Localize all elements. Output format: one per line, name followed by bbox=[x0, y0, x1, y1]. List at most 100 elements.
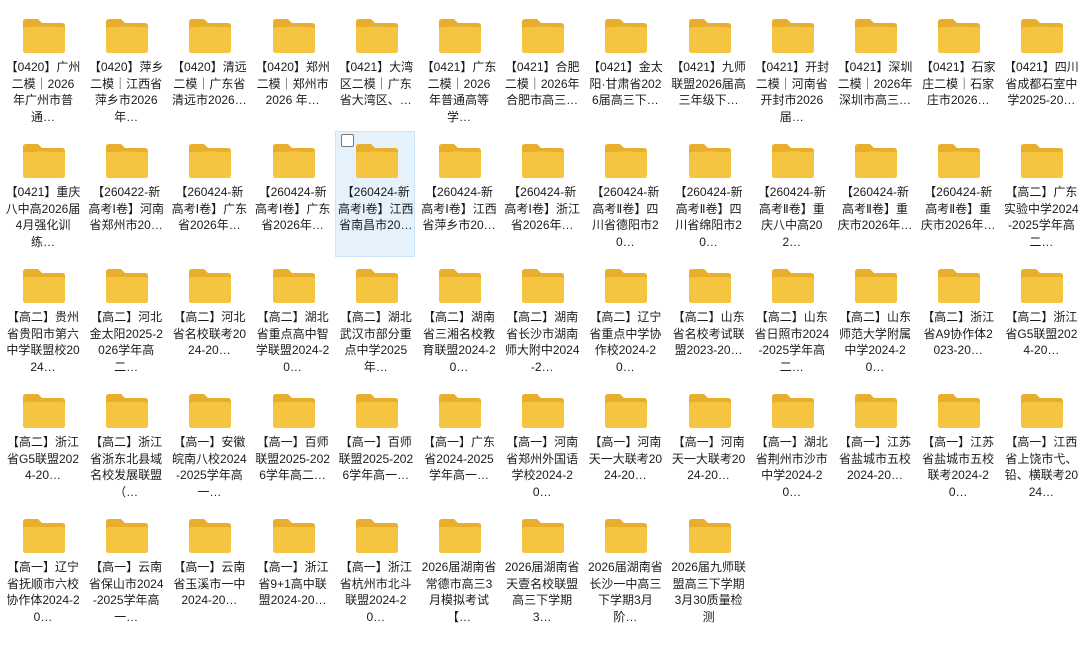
folder-icon bbox=[437, 517, 483, 555]
folder-pdf-icon bbox=[603, 17, 649, 55]
folder-item[interactable]: 【260424-新高考Ⅱ卷】重庆市2026年… bbox=[834, 131, 914, 257]
folder-icon bbox=[520, 392, 566, 430]
folder-label: 【高二】浙江省A9协作体2023-20… bbox=[922, 310, 995, 357]
folder-item[interactable]: 【高二】山东师范大学附属中学2024-20… bbox=[834, 256, 914, 382]
folder-item[interactable]: 【高二】山东省名校考试联盟2023-20… bbox=[668, 256, 748, 382]
folder-item[interactable]: 【260424-新高考Ⅰ卷】广东省2026年… bbox=[168, 131, 248, 257]
folder-icon bbox=[687, 267, 733, 305]
folder-label: 【260424-新高考Ⅱ卷】重庆市2026年… bbox=[837, 185, 913, 232]
folder-label: 【高一】百师联盟2025-2026学年高一… bbox=[338, 435, 414, 482]
folder-item[interactable]: 【高二】广东实验中学2024-2025学年高二… bbox=[1000, 131, 1080, 257]
folder-icon bbox=[271, 392, 317, 430]
folder-item[interactable]: 【260424-新高考Ⅰ卷】广东省2026年… bbox=[252, 131, 332, 257]
folder-item[interactable]: 【高一】安徽皖南八校2024-2025学年高一… bbox=[168, 381, 248, 507]
folder-item[interactable]: 【高二】河北省名校联考2024-20… bbox=[168, 256, 248, 382]
folder-item[interactable]: 【0421】深圳二模｜2026年深圳市高三… bbox=[834, 6, 914, 132]
select-checkbox[interactable] bbox=[340, 134, 354, 147]
folder-icon bbox=[104, 267, 150, 305]
folder-item[interactable]: 【高二】浙江省G5联盟2024-20… bbox=[2, 381, 82, 507]
folder-label: 【高二】湖南省长沙市湖南师大附中2024-2… bbox=[504, 310, 580, 374]
folder-icon bbox=[770, 392, 816, 430]
folder-item[interactable]: 【高二】浙江省A9协作体2023-20… bbox=[917, 256, 997, 382]
folder-item[interactable]: 【0420】清远二模｜广东省清远市2026… bbox=[168, 6, 248, 132]
folder-item[interactable]: 2026届九师联盟高三下学期3月30质量检测 bbox=[668, 506, 748, 632]
folder-label: 【高二】辽宁省重点中学协作校2024-20… bbox=[589, 310, 662, 374]
folder-label: 【高一】河南天一大联考2024-20… bbox=[588, 435, 663, 482]
folder-item[interactable]: 【高二】湖北武汉市部分重点中学2025年… bbox=[335, 256, 415, 382]
folder-label: 【高二】浙江省G5联盟2024-20… bbox=[1005, 310, 1078, 357]
folder-item[interactable]: 【0421】重庆八中高2026届4月强化训练… bbox=[2, 131, 82, 257]
folder-item[interactable]: 【高一】江西省上饶市弋、铅、横联考2024… bbox=[1000, 381, 1080, 507]
folder-item[interactable]: 【高二】浙江省G5联盟2024-20… bbox=[1000, 256, 1080, 382]
folder-item[interactable]: 【260424-新高考Ⅱ卷】四川省绵阳市20… bbox=[668, 131, 748, 257]
folder-item[interactable]: 【高一】云南省保山市2024-2025学年高一… bbox=[85, 506, 165, 632]
folder-item[interactable]: 【260424-新高考Ⅱ卷】重庆八中高202… bbox=[751, 131, 831, 257]
folder-label: 【高一】百师联盟2025-2026学年高二… bbox=[255, 435, 330, 482]
folder-item[interactable]: 【260424-新高考Ⅱ卷】四川省德阳市20… bbox=[584, 131, 664, 257]
folder-label: 【260424-新高考Ⅰ卷】江西省萍乡市20… bbox=[421, 185, 497, 232]
folder-item[interactable]: 2026届湖南省常德市高三3月模拟考试【… bbox=[418, 506, 498, 632]
folder-item[interactable]: 【高一】江苏省盐城市五校2024-20… bbox=[834, 381, 914, 507]
folder-item[interactable]: 【高二】山东省日照市2024-2025学年高二… bbox=[751, 256, 831, 382]
folder-pdf-icon bbox=[770, 142, 816, 180]
folder-label: 【0421】合肥二模｜2026年合肥市高三… bbox=[504, 60, 580, 107]
folder-item[interactable]: 【高一】浙江省杭州市北斗联盟2024-20… bbox=[335, 506, 415, 632]
folder-label: 【高一】江苏省盐城市五校联考2024-20… bbox=[922, 435, 995, 499]
folder-item[interactable]: 【0421】开封二模｜河南省开封市2026届… bbox=[751, 6, 831, 132]
folder-item[interactable]: 【0421】广东二模｜2026 年普通高等学… bbox=[418, 6, 498, 132]
folder-item[interactable]: 【高一】百师联盟2025-2026学年高一… bbox=[335, 381, 415, 507]
folder-item[interactable]: 【高二】贵州省贵阳市第六中学联盟校2024… bbox=[2, 256, 82, 382]
folder-icon bbox=[187, 392, 233, 430]
folder-label: 【高一】浙江省杭州市北斗联盟2024-20… bbox=[339, 560, 412, 624]
folder-item[interactable]: 2026届湖南省天壹名校联盟高三下学期3… bbox=[501, 506, 581, 632]
folder-item[interactable]: 【0421】九师联盟2026届高三年级下… bbox=[668, 6, 748, 132]
folder-label: 【高一】湖北省荆州市沙市中学2024-20… bbox=[755, 435, 828, 499]
folder-pdf-icon bbox=[936, 17, 982, 55]
folder-item[interactable]: 【0421】合肥二模｜2026年合肥市高三… bbox=[501, 6, 581, 132]
folder-item[interactable]: 【260422-新高考Ⅰ卷】河南省郑州市20… bbox=[85, 131, 165, 257]
folder-item[interactable]: 【260424-新高考Ⅰ卷】江西省萍乡市20… bbox=[418, 131, 498, 257]
folder-item[interactable]: 【高二】湖南省三湘名校教育联盟2024-20… bbox=[418, 256, 498, 382]
folder-item[interactable]: 【260424-新高考Ⅰ卷】江西省南昌市20… bbox=[334, 131, 415, 257]
folder-item[interactable]: 【高一】云南省玉溪市一中2024-20… bbox=[168, 506, 248, 632]
folder-label: 【高一】云南省保山市2024-2025学年高一… bbox=[88, 560, 164, 624]
folder-item[interactable]: 【高一】江苏省盐城市五校联考2024-20… bbox=[917, 381, 997, 507]
folder-pdf-icon bbox=[187, 142, 233, 180]
folder-icon bbox=[354, 517, 400, 555]
folder-item[interactable]: 【0421】四川省成都石室中学2025-20… bbox=[1000, 6, 1080, 132]
folder-item[interactable]: 【高一】广东省2024-2025学年高一… bbox=[418, 381, 498, 507]
folder-pdf-icon bbox=[437, 17, 483, 55]
folder-item[interactable]: 【0421】大湾区二模｜广东省大湾区、… bbox=[335, 6, 415, 132]
folder-pdf-icon bbox=[520, 142, 566, 180]
folder-label: 【260422-新高考Ⅰ卷】河南省郑州市20… bbox=[88, 185, 164, 232]
folder-item[interactable]: 【0420】广州二模｜2026 年广州市普通… bbox=[2, 6, 82, 132]
folder-pdf-icon bbox=[770, 17, 816, 55]
folder-item[interactable]: 【0421】石家庄二模｜石家庄市2026… bbox=[917, 6, 997, 132]
folder-item[interactable]: 【高二】湖北省重点高中智学联盟2024-20… bbox=[252, 256, 332, 382]
folder-icon bbox=[1019, 142, 1065, 180]
folder-icon bbox=[1019, 392, 1065, 430]
folder-item[interactable]: 【高一】河南天一大联考2024-20… bbox=[584, 381, 664, 507]
folder-label: 2026届湖南省长沙一中高三下学期3月阶… bbox=[588, 560, 663, 624]
folder-item[interactable]: 【高二】浙江省浙东北县域名校发展联盟（… bbox=[85, 381, 165, 507]
folder-item[interactable]: 【高二】河北金太阳2025-2026学年高二… bbox=[85, 256, 165, 382]
folder-item[interactable]: 【0420】郑州二模｜郑州市2026 年… bbox=[252, 6, 332, 132]
folder-item[interactable]: 【0421】金太阳·甘肃省2026届高三下… bbox=[584, 6, 664, 132]
folder-item[interactable]: 【260424-新高考Ⅱ卷】重庆市2026年… bbox=[917, 131, 997, 257]
folder-item[interactable]: 【高一】河南天一大联考2024-20… bbox=[668, 381, 748, 507]
folder-label: 【0421】深圳二模｜2026年深圳市高三… bbox=[837, 60, 913, 107]
folder-item[interactable]: 【高一】百师联盟2025-2026学年高二… bbox=[252, 381, 332, 507]
folder-item[interactable]: 【260424-新高考Ⅰ卷】浙江省2026年… bbox=[501, 131, 581, 257]
folder-icon bbox=[687, 392, 733, 430]
folder-icon bbox=[187, 517, 233, 555]
folder-item[interactable]: 【0420】萍乡二模｜江西省萍乡市2026年… bbox=[85, 6, 165, 132]
folder-item[interactable]: 【高一】湖北省荆州市沙市中学2024-20… bbox=[751, 381, 831, 507]
folder-item[interactable]: 【高一】辽宁省抚顺市六校协作体2024-20… bbox=[2, 506, 82, 632]
folder-item[interactable]: 2026届湖南省长沙一中高三下学期3月阶… bbox=[584, 506, 664, 632]
folder-item[interactable]: 【高二】辽宁省重点中学协作校2024-20… bbox=[584, 256, 664, 382]
folder-label: 【高二】湖北省重点高中智学联盟2024-20… bbox=[255, 310, 330, 374]
folder-item[interactable]: 【高二】湖南省长沙市湖南师大附中2024-2… bbox=[501, 256, 581, 382]
folder-item[interactable]: 【高一】浙江省9+1高中联盟2024-20… bbox=[252, 506, 332, 632]
folder-item[interactable]: 【高一】河南省郑州外国语学校2024-20… bbox=[501, 381, 581, 507]
folder-label: 【高二】山东省日照市2024-2025学年高二… bbox=[754, 310, 830, 374]
